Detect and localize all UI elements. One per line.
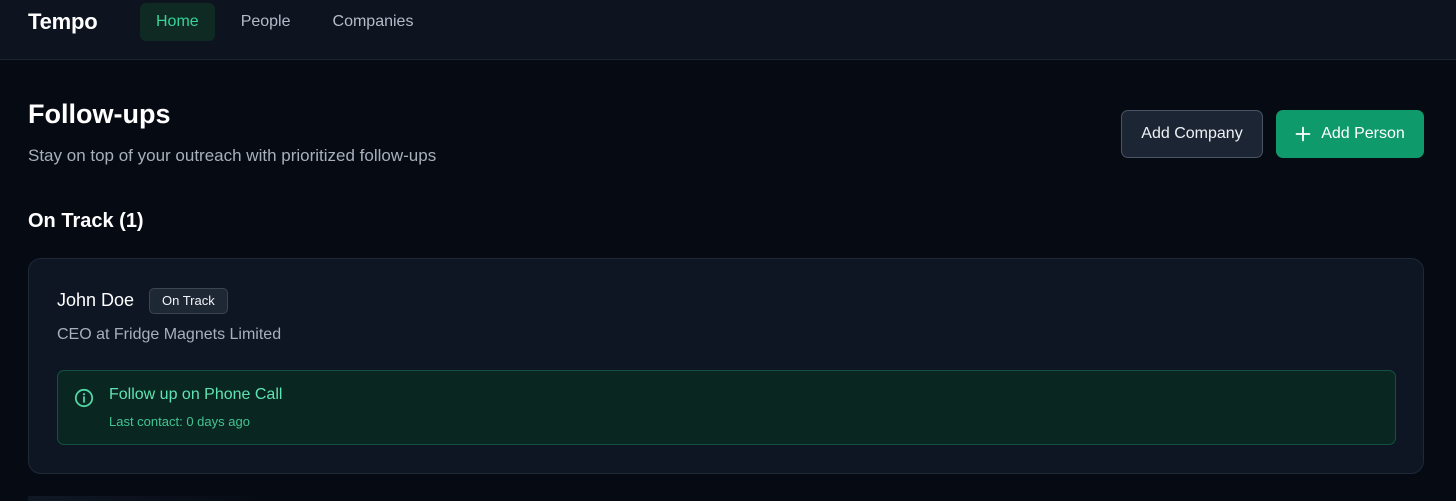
app-logo[interactable]: Tempo [28,9,98,35]
top-navigation-bar: Tempo Home People Companies [0,0,1456,60]
page-subtitle: Stay on top of your outreach with priori… [28,146,437,165]
add-company-label: Add Company [1141,125,1243,142]
next-section-hint [28,496,268,501]
add-person-button[interactable]: Add Person [1276,110,1424,158]
section-title-on-track: On Track (1) [28,210,144,232]
followup-card[interactable]: John Doe On Track CEO at Fridge Magnets … [28,258,1424,474]
page-title: Follow-ups [28,99,171,129]
person-name[interactable]: John Doe [57,290,134,311]
add-company-button[interactable]: Add Company [1121,110,1263,158]
nav-companies[interactable]: Companies [317,3,430,41]
person-role: CEO at Fridge Magnets Limited [57,326,282,343]
status-badge: On Track [149,288,228,314]
info-icon [74,388,94,408]
nav-people[interactable]: People [225,3,307,41]
add-person-label: Add Person [1321,125,1405,142]
plus-icon [1295,126,1311,142]
main-nav: Home People Companies [140,3,439,41]
last-contact-text: Last contact: 0 days ago [109,414,250,429]
followup-title: Follow up on Phone Call [109,386,283,403]
nav-home[interactable]: Home [140,3,215,41]
followup-alert: Follow up on Phone Call Last contact: 0 … [57,370,1396,445]
